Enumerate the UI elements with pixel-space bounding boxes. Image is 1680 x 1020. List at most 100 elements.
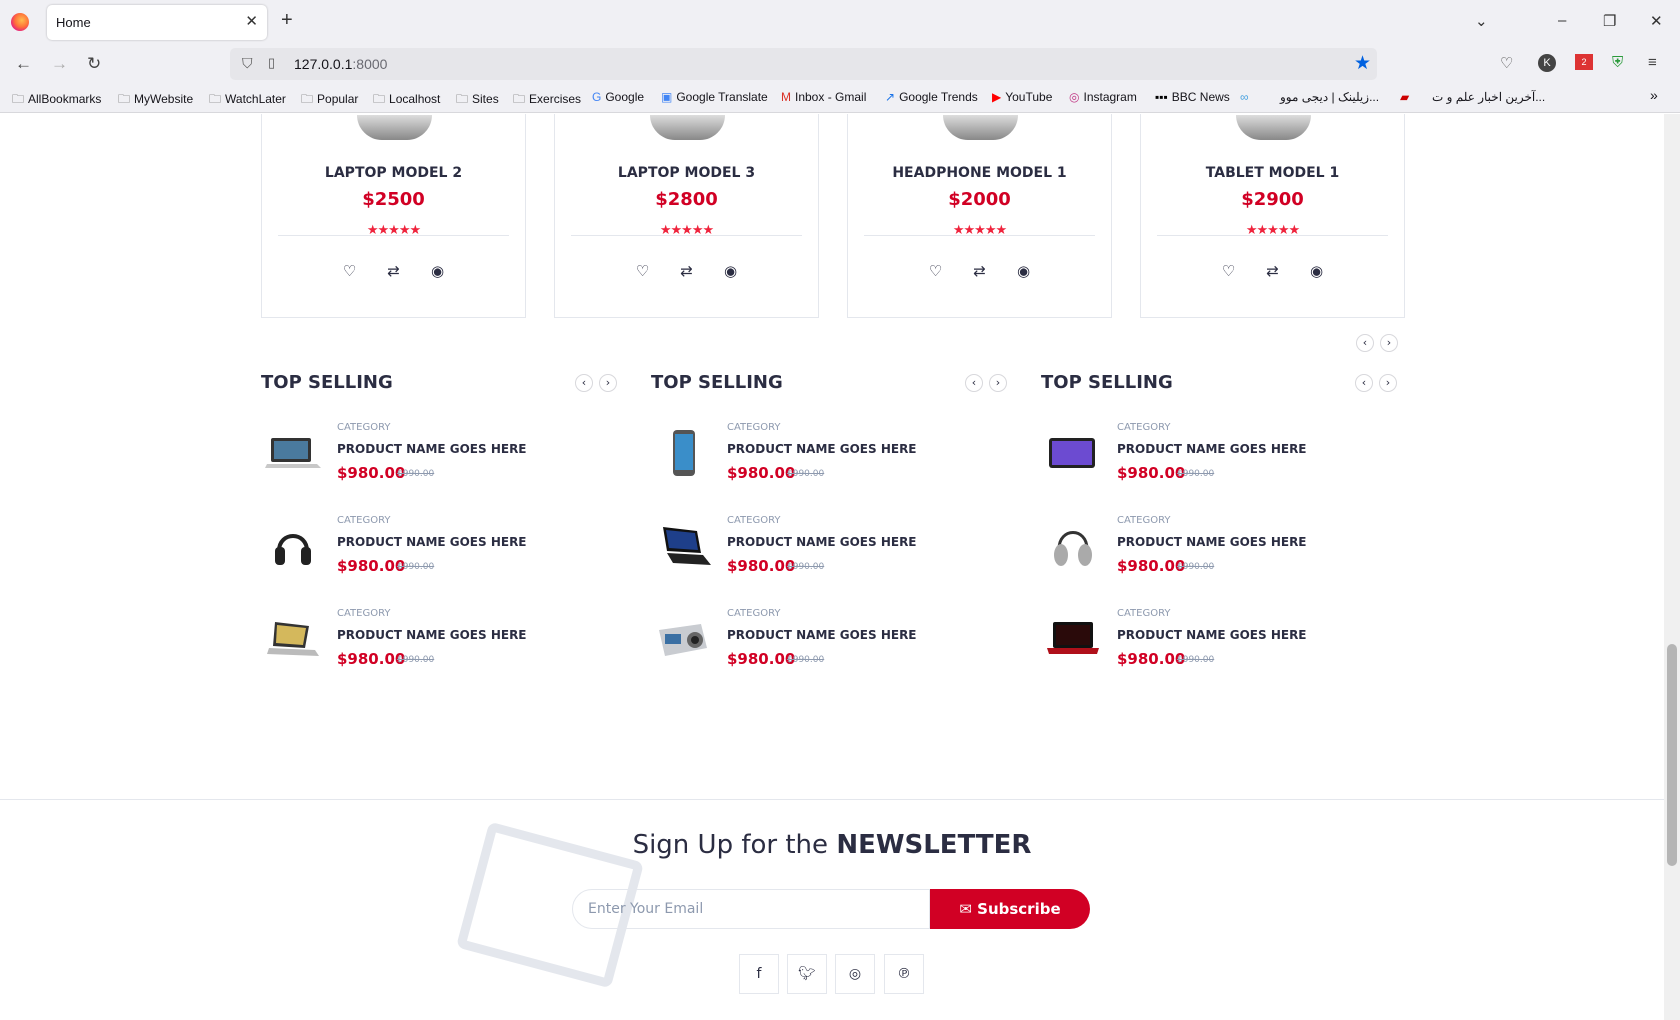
heart-icon[interactable]: ♡ xyxy=(328,262,372,280)
product-name[interactable]: LAPTOP MODEL 2 xyxy=(262,165,525,181)
extension-badge-icon[interactable]: 2 xyxy=(1575,54,1593,70)
product-name[interactable]: PRODUCT NAME GOES HERE xyxy=(1117,628,1307,642)
product-card[interactable]: TABLET MODEL 1 $2900 ★★★★★ ♡ ⇄ ◉ xyxy=(1140,114,1405,318)
bookmark-label: Exercises xyxy=(529,92,582,106)
chevron-left-icon[interactable]: ‹ xyxy=(1356,334,1374,352)
bookmark-item[interactable]: 🗀 Sites xyxy=(456,90,499,111)
product-name[interactable]: PRODUCT NAME GOES HERE xyxy=(727,442,917,456)
chevron-left-icon[interactable]: ‹ xyxy=(575,374,593,392)
product-name[interactable]: PRODUCT NAME GOES HERE xyxy=(337,535,527,549)
new-tab-icon[interactable]: + xyxy=(281,9,293,32)
page-icon[interactable]: ▯ xyxy=(268,55,275,71)
bookmark-item[interactable]: 🗀 WatchLater xyxy=(209,90,286,111)
more-bookmarks-icon[interactable]: » xyxy=(1650,87,1658,103)
compare-icon[interactable]: ⇄ xyxy=(958,262,1002,280)
news-icon: ▰ xyxy=(1400,90,1410,104)
list-item[interactable]: CATEGORY PRODUCT NAME GOES HERE $980.00 … xyxy=(1041,515,1401,595)
bookmark-item[interactable]: زیلینک | دیجی موو... xyxy=(1280,90,1379,104)
eye-icon[interactable]: ◉ xyxy=(1295,262,1339,280)
url-text[interactable]: 127.0.0.1:8000 xyxy=(294,56,387,72)
bookmark-item[interactable]: 🗀 MyWebsite xyxy=(118,90,193,111)
bookmark-item[interactable]: ▣ Google Translate xyxy=(661,90,768,104)
heart-icon[interactable]: ♡ xyxy=(1207,262,1251,280)
twitter-icon[interactable]: 🐦︎ xyxy=(787,954,827,994)
forward-icon[interactable]: → xyxy=(51,54,68,74)
scrollbar[interactable] xyxy=(1664,114,1680,1020)
bookmark-item[interactable]: 🗀 Popular xyxy=(301,90,358,111)
email-field[interactable]: Enter Your Email xyxy=(572,889,930,929)
account-icon[interactable]: K xyxy=(1538,54,1556,72)
tab-home[interactable]: Home ✕ xyxy=(47,5,267,40)
list-item[interactable]: CATEGORY PRODUCT NAME GOES HERE $980.00 … xyxy=(1041,422,1401,502)
compare-icon[interactable]: ⇄ xyxy=(1251,262,1295,280)
pocket-icon[interactable]: ♡ xyxy=(1500,54,1513,72)
restore-icon[interactable]: ❐ xyxy=(1603,12,1616,30)
bookmark-item[interactable]: 🗀 AllBookmarks xyxy=(12,90,101,111)
bookmark-item[interactable]: ∞ xyxy=(1240,90,1253,104)
bookmark-star-icon[interactable]: ★ xyxy=(1354,52,1371,75)
chevron-left-icon[interactable]: ‹ xyxy=(965,374,983,392)
bookmark-item[interactable]: ◎ Instagram xyxy=(1069,90,1137,104)
folder-icon: 🗀 xyxy=(118,92,131,106)
list-tabs-icon[interactable]: ⌄ xyxy=(1475,12,1488,30)
camera-image xyxy=(659,624,707,656)
url-bar[interactable]: ⛉ ▯ 127.0.0.1:8000 ★ xyxy=(230,48,1377,80)
eye-icon[interactable]: ◉ xyxy=(1002,262,1046,280)
product-card[interactable]: LAPTOP MODEL 3 $2800 ★★★★★ ♡ ⇄ ◉ xyxy=(554,114,819,318)
chevron-right-icon[interactable]: › xyxy=(1379,374,1397,392)
window-close-icon[interactable]: ✕ xyxy=(1650,12,1663,30)
chevron-left-icon[interactable]: ‹ xyxy=(1355,374,1373,392)
close-icon[interactable]: ✕ xyxy=(245,12,258,30)
minimize-icon[interactable]: – xyxy=(1558,12,1566,29)
shield-check-icon[interactable]: ⛨ xyxy=(1612,54,1623,71)
list-item[interactable]: CATEGORY PRODUCT NAME GOES HERE $980.00 … xyxy=(261,422,621,502)
list-item[interactable]: CATEGORY PRODUCT NAME GOES HERE $980.00 … xyxy=(1041,608,1401,688)
compare-icon[interactable]: ⇄ xyxy=(372,262,416,280)
product-name[interactable]: PRODUCT NAME GOES HERE xyxy=(727,535,917,549)
facebook-icon[interactable]: f xyxy=(739,954,779,994)
product-name[interactable]: TABLET MODEL 1 xyxy=(1141,165,1404,181)
bookmark-item[interactable]: ▪▪▪ BBC News xyxy=(1155,90,1230,104)
pinterest-icon[interactable]: ℗ xyxy=(884,954,924,994)
list-item[interactable]: CATEGORY PRODUCT NAME GOES HERE $980.00 … xyxy=(261,608,621,688)
chevron-right-icon[interactable]: › xyxy=(989,374,1007,392)
heart-icon[interactable]: ♡ xyxy=(914,262,958,280)
chevron-right-icon[interactable]: › xyxy=(599,374,617,392)
scrollbar-thumb[interactable] xyxy=(1667,644,1677,866)
list-item[interactable]: CATEGORY PRODUCT NAME GOES HERE $980.00 … xyxy=(261,515,621,595)
tablet-image xyxy=(1049,438,1095,468)
old-price: $990.00 xyxy=(787,655,825,665)
bookmark-item[interactable]: 🗀 Exercises xyxy=(513,90,581,111)
product-card[interactable]: LAPTOP MODEL 2 $2500 ★★★★★ ♡ ⇄ ◉ xyxy=(261,114,526,318)
product-name[interactable]: PRODUCT NAME GOES HERE xyxy=(727,628,917,642)
list-item[interactable]: CATEGORY PRODUCT NAME GOES HERE $980.00 … xyxy=(651,608,1011,688)
heart-icon[interactable]: ♡ xyxy=(621,262,665,280)
chevron-right-icon[interactable]: › xyxy=(1380,334,1398,352)
bookmark-item[interactable]: ↗ Google Trends xyxy=(885,90,978,104)
bookmark-item[interactable]: G Google xyxy=(592,90,644,104)
tab-title: Home xyxy=(56,15,91,30)
product-name[interactable]: PRODUCT NAME GOES HERE xyxy=(1117,442,1307,456)
bookmark-item[interactable]: M Inbox - Gmail xyxy=(781,90,866,104)
instagram-icon[interactable]: ◎ xyxy=(835,954,875,994)
shield-icon[interactable]: ⛉ xyxy=(242,55,253,72)
bookmark-item[interactable]: آخرین اخبار علم و ت... xyxy=(1432,90,1545,104)
product-card[interactable]: HEADPHONE MODEL 1 $2000 ★★★★★ ♡ ⇄ ◉ xyxy=(847,114,1112,318)
list-item[interactable]: CATEGORY PRODUCT NAME GOES HERE $980.00 … xyxy=(651,515,1011,595)
eye-icon[interactable]: ◉ xyxy=(416,262,460,280)
reload-icon[interactable]: ↻ xyxy=(87,54,101,74)
compare-icon[interactable]: ⇄ xyxy=(665,262,709,280)
product-name[interactable]: LAPTOP MODEL 3 xyxy=(555,165,818,181)
menu-icon[interactable]: ≡ xyxy=(1648,54,1657,71)
bookmark-item[interactable]: 🗀 Localhost xyxy=(373,90,440,111)
subscribe-button[interactable]: ✉ Subscribe xyxy=(930,889,1090,929)
product-name[interactable]: HEADPHONE MODEL 1 xyxy=(848,165,1111,181)
eye-icon[interactable]: ◉ xyxy=(709,262,753,280)
product-name[interactable]: PRODUCT NAME GOES HERE xyxy=(337,628,527,642)
bookmark-item[interactable]: ▰ xyxy=(1400,90,1413,104)
list-item[interactable]: CATEGORY PRODUCT NAME GOES HERE $980.00 … xyxy=(651,422,1011,502)
product-name[interactable]: PRODUCT NAME GOES HERE xyxy=(1117,535,1307,549)
product-name[interactable]: PRODUCT NAME GOES HERE xyxy=(337,442,527,456)
bookmark-item[interactable]: ▶ YouTube xyxy=(992,90,1052,104)
back-icon[interactable]: ← xyxy=(15,54,32,74)
